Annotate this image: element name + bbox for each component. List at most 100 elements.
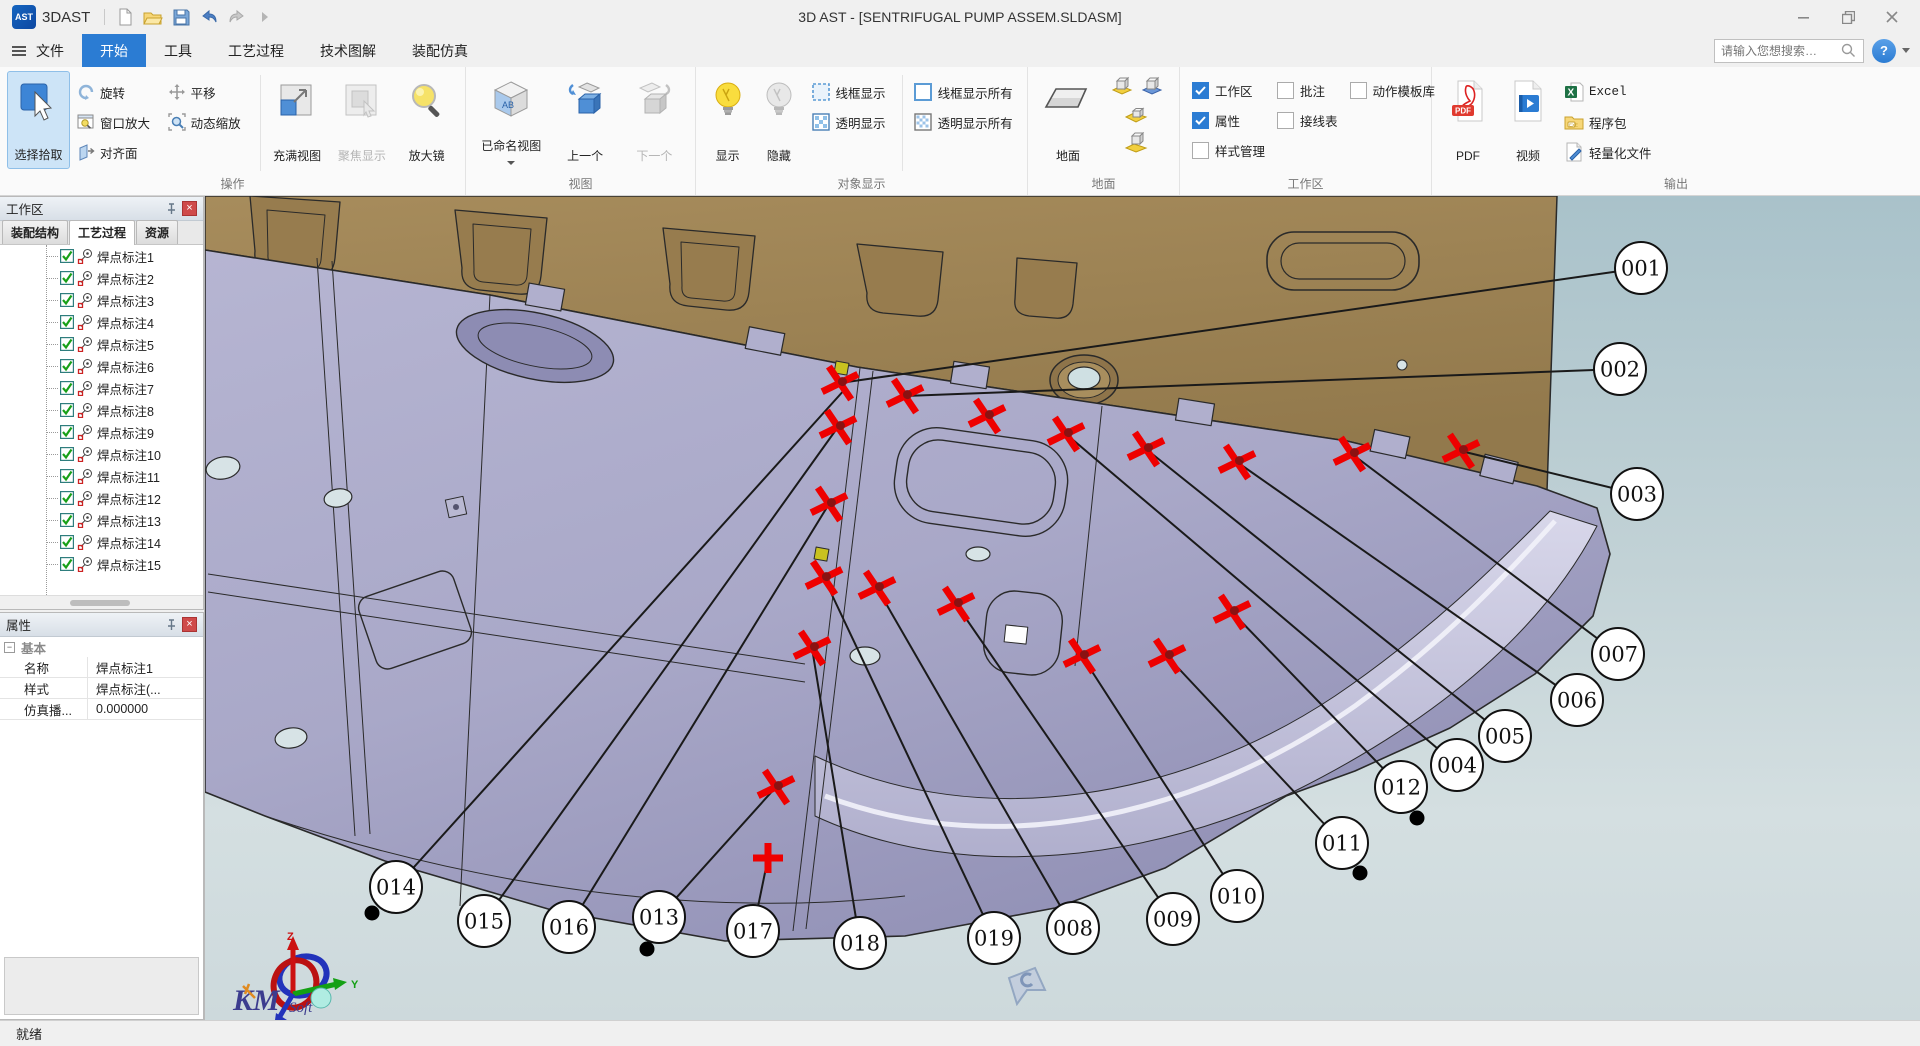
tab-resources[interactable]: 资源 [136,220,178,244]
next-view-button[interactable]: 下一个 [621,71,688,169]
qat-more-button[interactable] [251,4,279,30]
pin-button[interactable] [163,617,179,633]
tree-item-checkbox[interactable] [60,535,74,549]
search-input[interactable] [1721,44,1841,58]
balloon-006[interactable]: 006 [1551,674,1603,726]
transparent-display-button[interactable]: 透明显示 [805,107,898,137]
model-canvas[interactable]: 0010020030040050060070080090100110120130… [205,196,1920,1020]
tab-process-tree[interactable]: 工艺过程 [69,220,135,245]
workspace-tree[interactable]: 焊点标注1焊点标注2焊点标注3焊点标注4焊点标注5焊点标注6焊点标注7焊点标注8… [0,245,203,595]
viewport-3d[interactable]: 0010020030040050060070080090100110120130… [205,196,1920,1020]
tab-tools[interactable]: 工具 [146,34,210,67]
tree-item-4[interactable]: 焊点标注4 [0,311,203,333]
search-box[interactable] [1714,39,1864,63]
tree-item-checkbox[interactable] [60,271,74,285]
properties-panel-close-button[interactable]: × [182,617,197,632]
tree-item-11[interactable]: 焊点标注11 [0,465,203,487]
properties-checkbox[interactable]: 属性 [1186,105,1271,135]
window-zoom-button[interactable]: 窗口放大 [71,107,162,137]
wireframe-display-button[interactable]: 线框显示 [805,77,898,107]
tree-item-checkbox[interactable] [60,337,74,351]
magnifier-button[interactable]: 放大镜 [395,71,458,169]
property-group-row[interactable]: − 基本 [0,637,203,657]
property-row[interactable]: 仿真播... 0.000000 [0,699,203,720]
wiring-table-checkbox[interactable]: 接线表 [1271,105,1344,135]
pin-button[interactable] [163,201,179,217]
balloon-002[interactable]: 002 [1594,343,1646,395]
close-button[interactable] [1870,2,1914,32]
tree-item-14[interactable]: 焊点标注14 [0,531,203,553]
help-button[interactable]: ? [1872,39,1896,63]
balloon-008[interactable]: 008 [1047,902,1099,954]
file-menu[interactable]: 文件 [34,34,82,67]
export-video-button[interactable]: 视频 [1499,71,1557,169]
balloon-003[interactable]: 003 [1611,468,1663,520]
export-package-button[interactable]: EXE 程序包 [1558,107,1678,137]
tree-item-checkbox[interactable] [60,557,74,571]
tree-item-checkbox[interactable] [60,249,74,263]
balloon-001[interactable]: 001 [1615,242,1667,294]
tree-item-6[interactable]: 焊点标注6 [0,355,203,377]
workspace-panel-close-button[interactable]: × [182,201,197,216]
annotation-checkbox[interactable]: 批注 [1271,75,1344,105]
tab-assembly-sim[interactable]: 装配仿真 [394,34,486,67]
balloon-018[interactable]: 018 [834,917,886,969]
property-value[interactable]: 0.000000 [88,702,148,716]
tree-item-13[interactable]: 焊点标注13 [0,509,203,531]
ground-raised-button[interactable] [1121,129,1151,157]
tree-item-checkbox[interactable] [60,447,74,461]
property-row[interactable]: 样式 焊点标注(... [0,678,203,699]
tab-process[interactable]: 工艺过程 [210,34,302,67]
tree-item-checkbox[interactable] [60,491,74,505]
ground-sunken-button[interactable] [1121,101,1151,129]
balloon-017[interactable]: 017 [727,905,779,957]
focus-display-button[interactable]: 聚焦显示 [330,71,393,169]
ground-style-blue-button[interactable] [1136,73,1166,101]
balloon-014[interactable]: 014 [370,861,422,913]
property-value[interactable]: 焊点标注(... [88,679,161,698]
scrollbar-thumb[interactable] [70,600,130,606]
tree-item-8[interactable]: 焊点标注8 [0,399,203,421]
export-excel-button[interactable]: X Excel [1558,77,1678,107]
restore-button[interactable] [1826,2,1870,32]
tab-home[interactable]: 开始 [82,34,146,67]
tree-item-checkbox[interactable] [60,403,74,417]
tree-item-9[interactable]: 焊点标注9 [0,421,203,443]
balloon-009[interactable]: 009 [1147,893,1199,945]
ground-style-yellow-button[interactable] [1106,73,1136,101]
tab-assembly-structure[interactable]: 装配结构 [2,220,68,244]
balloon-005[interactable]: 005 [1479,710,1531,762]
select-pick-button[interactable]: 选择拾取 [7,71,70,169]
named-view-button[interactable]: AB 已命名视图 [473,71,550,169]
property-value[interactable]: 焊点标注1 [88,658,153,677]
ground-button[interactable]: 地面 [1035,71,1101,169]
hide-button[interactable]: 隐藏 [754,71,803,169]
new-file-button[interactable] [111,4,139,30]
transparent-all-button[interactable]: 透明显示所有 [907,107,1021,137]
tree-item-checkbox[interactable] [60,293,74,307]
property-row[interactable]: 名称 焊点标注1 [0,657,203,678]
pan-button[interactable]: 平移 [162,77,256,107]
tree-item-checkbox[interactable] [60,381,74,395]
tab-tech-illustration[interactable]: 技术图解 [302,34,394,67]
balloon-016[interactable]: 016 [543,901,595,953]
export-pdf-button[interactable]: PDF PDF [1439,71,1497,169]
export-lightweight-button[interactable]: 轻量化文件 [1558,137,1678,167]
tree-item-3[interactable]: 焊点标注3 [0,289,203,311]
show-button[interactable]: 显示 [703,71,752,169]
minimize-button[interactable] [1782,2,1826,32]
collapse-icon[interactable]: − [4,642,15,653]
balloon-015[interactable]: 015 [458,895,510,947]
previous-view-button[interactable]: 上一个 [552,71,619,169]
tree-item-10[interactable]: 焊点标注10 [0,443,203,465]
open-button[interactable] [139,4,167,30]
help-caret-icon[interactable] [1902,48,1910,53]
balloon-004[interactable]: 004 [1431,739,1483,791]
align-face-button[interactable]: 对齐面 [71,137,162,167]
workspace-checkbox[interactable]: 工作区 [1186,75,1271,105]
action-template-checkbox[interactable]: 动作模板库 [1344,75,1442,105]
tree-horizontal-scrollbar[interactable] [0,595,203,609]
balloon-012[interactable]: 012 [1375,761,1427,813]
tree-item-checkbox[interactable] [60,513,74,527]
tree-item-15[interactable]: 焊点标注15 [0,553,203,575]
